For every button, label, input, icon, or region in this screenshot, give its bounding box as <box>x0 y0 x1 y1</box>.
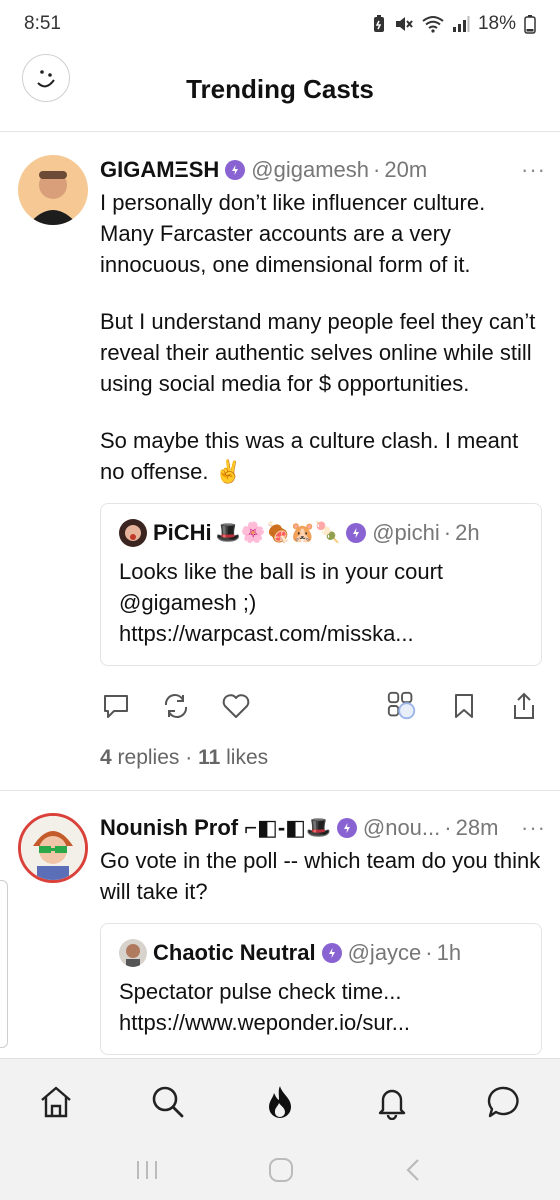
smiley-face-icon <box>37 70 55 88</box>
edge-panel-handle[interactable] <box>0 880 8 1048</box>
cast-item[interactable]: GIGAMΞSH @gigamesh · 20m ··· I personall… <box>0 133 560 791</box>
display-name[interactable]: PiCHi <box>153 518 212 548</box>
display-name[interactable]: GIGAMΞSH <box>100 155 219 185</box>
battery-percent: 18% <box>477 13 516 34</box>
handle[interactable]: @jayce <box>348 938 422 968</box>
cast-body: Go vote in the poll -- which team do you… <box>100 845 542 907</box>
name-emojis: 🎩 <box>305 817 331 839</box>
status-icons: 18% <box>372 13 536 35</box>
cast-item[interactable]: Nounish Prof ⌐◧-◧ 🎩 @nou... · 28m ··· Go… <box>0 791 560 1058</box>
verified-badge-icon <box>225 160 246 180</box>
reply-icon[interactable] <box>100 690 132 722</box>
replies-label[interactable]: replies <box>118 746 180 769</box>
avatar <box>119 519 147 547</box>
display-name[interactable]: Nounish Prof ⌐◧-◧ <box>100 813 306 843</box>
separator: · <box>444 815 452 840</box>
profile-avatar-button[interactable] <box>22 54 70 102</box>
status-bar: 8:51 18% <box>0 0 560 48</box>
cast-paragraph: Go vote in the poll -- which team do you… <box>100 848 541 904</box>
timestamp: 1h <box>436 940 462 965</box>
chat-bubble-icon[interactable] <box>484 1082 524 1122</box>
cast-body: I personally don’t like influencer cultu… <box>100 187 542 487</box>
cast-paragraph: I personally don’t like influencer cultu… <box>100 190 486 277</box>
cast-paragraph: But I understand many people feel they c… <box>100 309 536 396</box>
noun-avatar <box>21 816 85 880</box>
cast-paragraph: So maybe this was a culture clash. I mea… <box>100 428 519 484</box>
app-header: Trending Casts <box>0 48 560 132</box>
recast-icon[interactable] <box>160 690 192 722</box>
separator: · <box>425 940 433 965</box>
more-options-icon[interactable]: ··· <box>521 813 546 843</box>
verified-badge-icon <box>321 943 342 963</box>
likes-count[interactable]: 11 <box>198 746 220 769</box>
system-navigation <box>0 1144 560 1200</box>
avatar[interactable] <box>18 813 88 883</box>
cast-header: Nounish Prof ⌐◧-◧ 🎩 @nou... · 28m ··· <box>100 813 545 843</box>
battery-icon <box>524 15 536 34</box>
home-button-icon[interactable] <box>267 1156 295 1189</box>
display-name[interactable]: Chaotic Neutral <box>153 938 316 968</box>
name-emojis: 🎩🌸🍖🐹🍡 <box>215 522 341 544</box>
handle[interactable]: @nou... <box>363 813 440 843</box>
quoted-cast-text: Looks like the ball is in your court @gi… <box>119 559 444 646</box>
recent-apps-icon[interactable] <box>134 1158 160 1187</box>
battery-saver-icon <box>373 15 384 32</box>
signal-icon <box>452 16 470 32</box>
home-icon[interactable] <box>36 1082 76 1122</box>
likes-label[interactable]: likes <box>226 746 268 769</box>
search-icon[interactable] <box>148 1082 188 1122</box>
quoted-cast-text: Spectator pulse check time... https://ww… <box>119 979 411 1035</box>
mute-icon <box>395 17 413 31</box>
timestamp: 28m <box>455 815 499 840</box>
avatar <box>119 939 147 967</box>
separator: · <box>373 157 381 182</box>
handle[interactable]: @gigamesh <box>251 155 369 185</box>
page-title: Trending Casts <box>186 74 374 104</box>
avatar[interactable] <box>18 155 88 225</box>
separator: · <box>185 746 193 769</box>
handle[interactable]: @pichi <box>372 518 440 548</box>
cast-feed[interactable]: GIGAMΞSH @gigamesh · 20m ··· I personall… <box>0 133 560 1058</box>
cast-actions <box>100 690 542 722</box>
quoted-cast[interactable]: PiCHi 🎩🌸🍖🐹🍡 @pichi · 2h Looks like the b… <box>100 503 542 666</box>
status-time: 8:51 <box>24 13 61 34</box>
separator: · <box>443 520 452 545</box>
more-options-icon[interactable]: ··· <box>521 155 546 185</box>
user-photo-avatar <box>18 155 88 225</box>
verified-badge-icon <box>336 818 357 838</box>
like-heart-icon[interactable] <box>220 690 252 722</box>
share-icon[interactable] <box>508 690 540 722</box>
bookmark-icon[interactable] <box>448 690 480 722</box>
wifi-icon <box>422 16 444 33</box>
apps-grid-icon[interactable] <box>386 690 418 722</box>
quoted-cast-header: PiCHi 🎩🌸🍖🐹🍡 @pichi · 2h <box>119 518 523 548</box>
bell-icon[interactable] <box>372 1082 412 1122</box>
timestamp: 2h <box>455 520 480 545</box>
quoted-cast-header: Chaotic Neutral @jayce · 1h <box>119 938 523 968</box>
timestamp: 20m <box>384 157 428 182</box>
verified-badge-icon <box>346 523 367 543</box>
back-icon[interactable] <box>402 1157 426 1188</box>
cast-stats: 4 replies · 11 likes <box>100 746 542 770</box>
replies-count[interactable]: 4 <box>100 746 112 769</box>
cast-header: GIGAMΞSH @gigamesh · 20m ··· <box>100 155 545 185</box>
trending-flame-icon[interactable] <box>260 1082 300 1122</box>
quoted-cast[interactable]: Chaotic Neutral @jayce · 1h Spectator pu… <box>100 923 542 1055</box>
bottom-navigation <box>0 1058 560 1144</box>
